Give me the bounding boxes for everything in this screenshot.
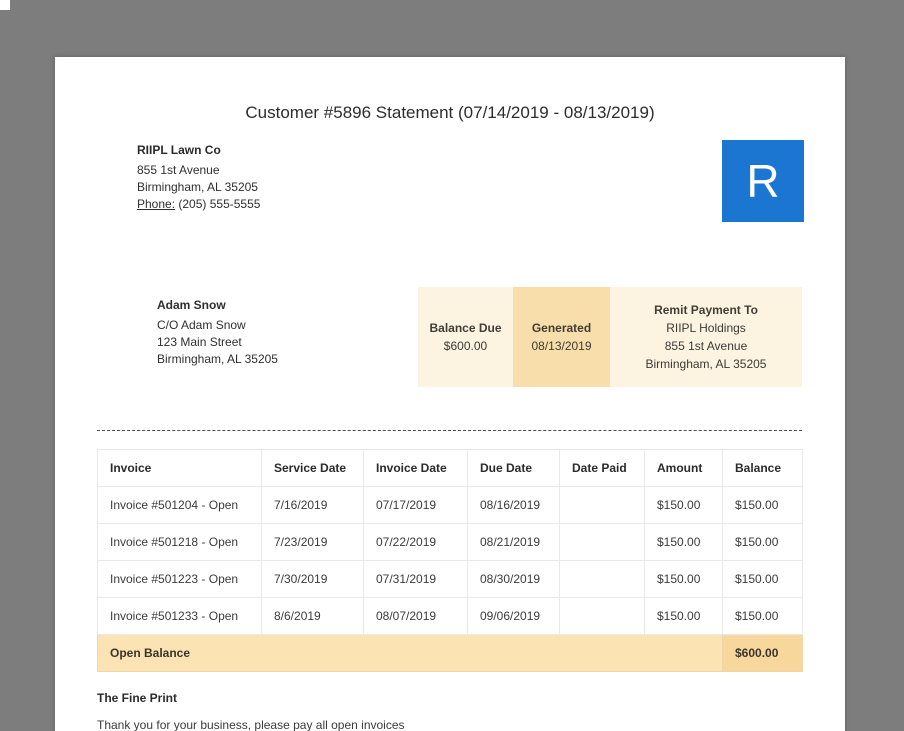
invoice-cell: 07/31/2019 xyxy=(363,560,468,598)
invoice-cell: 8/6/2019 xyxy=(261,597,364,635)
viewer-background: Customer #5896 Statement (07/14/2019 - 0… xyxy=(0,0,904,731)
column-header: Invoice Date xyxy=(363,449,468,487)
invoice-cell: Invoice #501233 - Open xyxy=(97,597,262,635)
generated-value: 08/13/2019 xyxy=(531,339,592,353)
invoice-table: Invoice Service Date Invoice Date Due Date D… xyxy=(97,449,803,672)
invoice-cell: $150.00 xyxy=(644,597,723,635)
dashed-divider xyxy=(97,430,802,431)
invoice-cell: Invoice #501223 - Open xyxy=(97,560,262,598)
invoice-cell xyxy=(559,486,645,524)
customer-street: 123 Main Street xyxy=(157,335,242,349)
balance-due-box: Balance Due $600.00 xyxy=(418,287,513,387)
invoice-cell: 7/23/2019 xyxy=(261,523,364,561)
invoice-cell: 09/06/2019 xyxy=(467,597,560,635)
generated-box: Generated 08/13/2019 xyxy=(513,287,610,387)
column-header: Due Date xyxy=(467,449,560,487)
invoice-cell xyxy=(559,560,645,598)
invoice-cell: 07/22/2019 xyxy=(363,523,468,561)
invoice-cell: 08/07/2019 xyxy=(363,597,468,635)
open-balance-row: Open Balance $600.00 xyxy=(97,634,803,672)
invoice-cell: $150.00 xyxy=(722,486,803,524)
phone-value: (205) 555-5555 xyxy=(178,197,261,211)
column-header: Date Paid xyxy=(559,449,645,487)
fine-print-body: Thank you for your business, please pay … xyxy=(97,718,405,731)
balance-due-label: Balance Due xyxy=(429,321,502,335)
open-balance-label: Open Balance xyxy=(97,634,723,672)
invoice-cell xyxy=(559,597,645,635)
invoice-row: Invoice #501218 - Open 7/23/2019 07/22/201… xyxy=(97,523,803,561)
invoice-row: Invoice #501233 - Open 8/6/2019 08/07/2019… xyxy=(97,597,803,635)
customer-name: Adam Snow xyxy=(157,298,226,312)
invoice-table-body: Invoice #501204 - Open 7/16/2019 07/17/201… xyxy=(97,486,803,635)
table-header-row: Invoice Service Date Invoice Date Due Date D… xyxy=(97,449,803,487)
invoice-cell: 08/16/2019 xyxy=(467,486,560,524)
column-header: Invoice xyxy=(97,449,262,487)
invoice-cell: $150.00 xyxy=(722,523,803,561)
balance-due-value: $600.00 xyxy=(443,339,488,353)
company-address-line2: Birmingham, AL 35205 xyxy=(137,180,258,194)
customer-city: Birmingham, AL 35205 xyxy=(157,352,278,366)
statement-summary: Balance Due $600.00 Generated 08/13/2019… xyxy=(418,287,802,387)
invoice-cell xyxy=(559,523,645,561)
corner-artifact xyxy=(0,0,10,10)
remit-address1: 855 1st Avenue xyxy=(664,339,748,353)
invoice-row: Invoice #501223 - Open 7/30/2019 07/31/201… xyxy=(97,560,803,598)
column-header: Balance xyxy=(722,449,803,487)
remit-label: Remit Payment To xyxy=(654,303,758,317)
invoice-cell: $150.00 xyxy=(644,523,723,561)
open-balance-value: $600.00 xyxy=(722,634,803,672)
logo-letter: R xyxy=(746,155,780,207)
statement-title: Customer #5896 Statement (07/14/2019 - 0… xyxy=(245,103,655,122)
column-header: Amount xyxy=(644,449,723,487)
invoice-row: Invoice #501204 - Open 7/16/2019 07/17/201… xyxy=(97,486,803,524)
invoice-cell: 08/21/2019 xyxy=(467,523,560,561)
invoice-cell: 7/30/2019 xyxy=(261,560,364,598)
company-address-line1: 855 1st Avenue xyxy=(137,163,220,177)
invoice-cell: $150.00 xyxy=(644,560,723,598)
invoice-cell: Invoice #501204 - Open xyxy=(97,486,262,524)
remit-payment-box: Remit Payment To RIIPL Holdings 855 1st … xyxy=(610,287,802,387)
column-header: Service Date xyxy=(261,449,364,487)
fine-print-heading: The Fine Print xyxy=(97,691,178,705)
invoice-cell: 7/16/2019 xyxy=(261,486,364,524)
customer-care-of: C/O Adam Snow xyxy=(157,318,246,332)
invoice-cell: 07/17/2019 xyxy=(363,486,468,524)
statement-page: Customer #5896 Statement (07/14/2019 - 0… xyxy=(55,57,845,731)
invoice-cell: $150.00 xyxy=(722,560,803,598)
company-info-block: RIIPL Lawn Co 855 1st Avenue Birmingham,… xyxy=(137,142,260,213)
customer-address-block: Adam Snow C/O Adam Snow 123 Main Street … xyxy=(157,297,278,368)
company-phone-line: Phone: (205) 555-5555 xyxy=(137,196,260,213)
invoice-cell: $150.00 xyxy=(722,597,803,635)
invoice-cell: 08/30/2019 xyxy=(467,560,560,598)
company-name: RIIPL Lawn Co xyxy=(137,143,221,157)
remit-address2: Birmingham, AL 35205 xyxy=(645,357,767,371)
remit-name: RIIPL Holdings xyxy=(666,321,746,335)
generated-label: Generated xyxy=(531,321,592,335)
invoice-cell: $150.00 xyxy=(644,486,723,524)
phone-label: Phone: xyxy=(137,197,176,211)
invoice-cell: Invoice #501218 - Open xyxy=(97,523,262,561)
company-logo: R xyxy=(722,140,804,222)
